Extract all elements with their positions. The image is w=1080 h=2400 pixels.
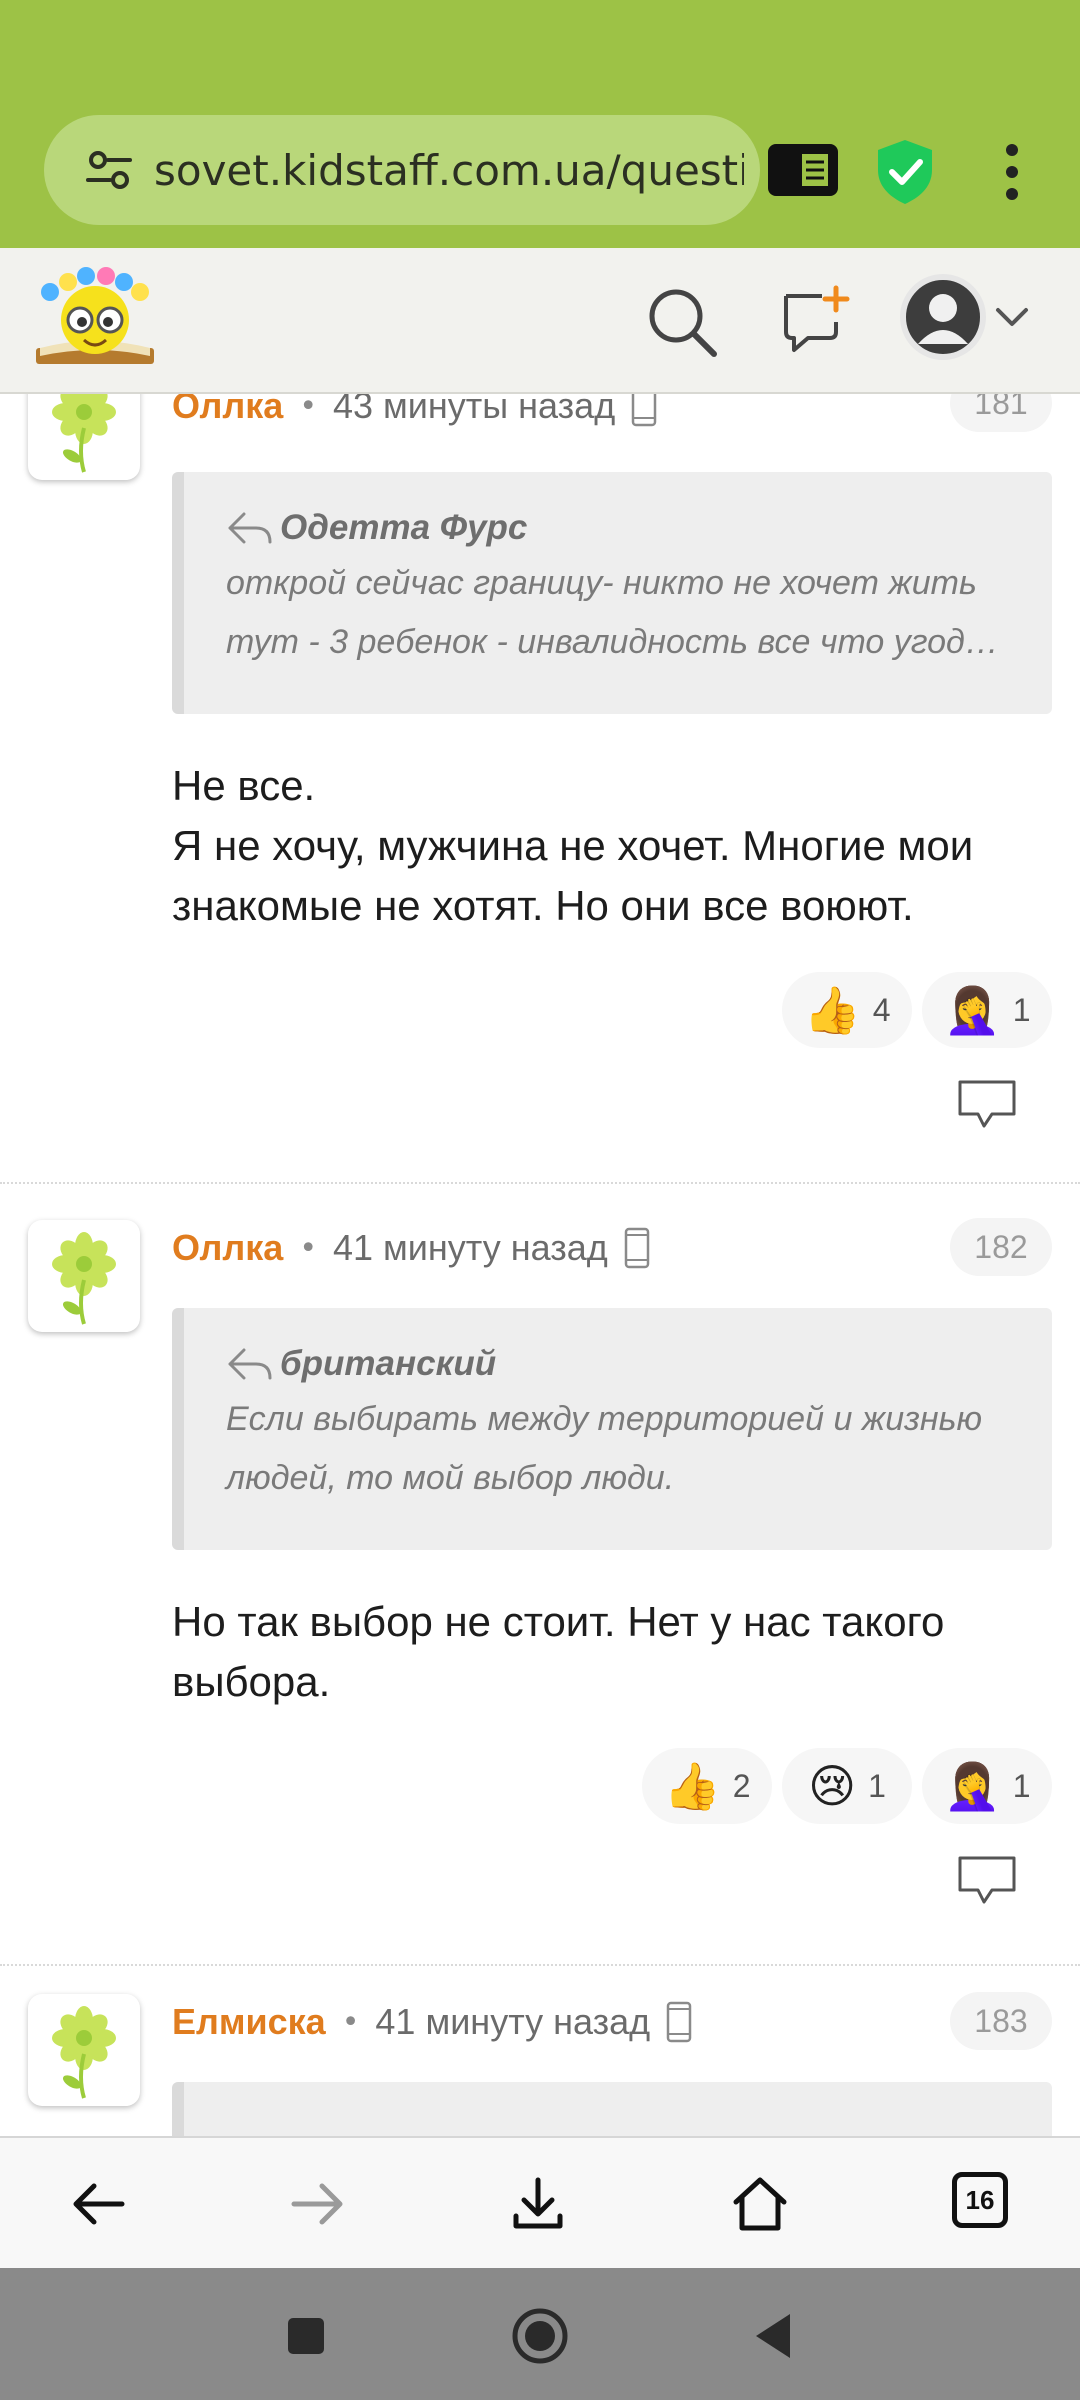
home-circle-icon[interactable] — [510, 2306, 570, 2366]
quote-arrow-icon — [228, 512, 272, 544]
back-triangle-icon[interactable] — [744, 2306, 804, 2366]
comment-divider — [0, 1182, 1080, 1184]
facepalm-icon: 🤦‍♀️ — [943, 1759, 1001, 1813]
reaction-facepalm[interactable]: 🤦‍♀️ 1 — [922, 972, 1052, 1048]
author-name[interactable]: Оллка — [172, 394, 283, 427]
smartphone-icon — [624, 1227, 649, 1269]
body-line: знакомые не хотят. Но они все воюют. — [172, 882, 914, 929]
quote-text: Если выбирать между территорией и жизнью… — [226, 1390, 1022, 1508]
smartphone-icon — [666, 2001, 692, 2043]
quote-block — [172, 2082, 1052, 2136]
comment-number[interactable]: 182 — [950, 1218, 1052, 1276]
browser-toolbar: sovet.kidstaff.com.ua/questio — [0, 0, 1080, 248]
quote-line: тут - 3 ребенок - инвалидность все что у… — [226, 623, 999, 661]
back-arrow-icon[interactable] — [68, 2174, 128, 2234]
separator-dot: • — [299, 1230, 318, 1266]
separator-dot: • — [341, 2004, 360, 2040]
flower-avatar-icon — [52, 1232, 116, 1325]
comment-number[interactable]: 181 — [950, 394, 1052, 432]
comment-divider — [0, 1964, 1080, 1966]
facepalm-icon: 🤦‍♀️ — [943, 983, 1001, 1037]
url-text[interactable]: sovet.kidstaff.com.ua/questio — [154, 143, 744, 199]
author-name[interactable]: Оллка — [172, 1227, 283, 1269]
reaction-thumbs-up[interactable]: 👍 2 — [642, 1748, 772, 1824]
more-vert-icon[interactable] — [990, 140, 1034, 204]
body-line: выбора. — [172, 1658, 331, 1705]
comment-meta: Оллка • 41 минуту назад — [172, 1222, 650, 1274]
home-icon[interactable] — [730, 2174, 790, 2234]
tune-icon[interactable] — [86, 148, 132, 192]
account-avatar[interactable] — [900, 274, 986, 360]
user-avatar[interactable] — [28, 1994, 140, 2106]
reaction-crying[interactable]: 😢 1 — [782, 1748, 912, 1824]
reaction-count: 4 — [872, 991, 891, 1028]
crying-face-icon: 😢 — [808, 1759, 857, 1813]
tabs-button[interactable]: 16 — [952, 2172, 1008, 2228]
quote-block: британский Если выбирать между территори… — [172, 1308, 1052, 1550]
comment-body: Не все. Я не хочу, мужчина не хочет. Мно… — [172, 756, 1052, 936]
reaction-bar: 👍 2 😢 1 🤦‍♀️ 1 — [642, 1748, 1052, 1824]
new-post-icon[interactable] — [778, 282, 852, 358]
download-icon[interactable] — [508, 2174, 568, 2234]
smartphone-icon — [631, 394, 657, 427]
quote-block: Одетта Фурс открой сейчас границу- никто… — [172, 472, 1052, 714]
avatar-icon — [918, 294, 968, 344]
reaction-count: 2 — [732, 1767, 751, 1804]
comment-body: Но так выбор не стоит. Нет у нас такого … — [172, 1592, 1052, 1712]
comment-time: 41 минуту назад — [333, 1227, 608, 1268]
reply-icon[interactable] — [956, 1852, 1018, 1908]
author-name[interactable]: Елмиска — [172, 2001, 326, 2043]
reader-mode-icon[interactable] — [766, 140, 840, 200]
quote-author: Одетта Фурс — [226, 502, 1022, 554]
reaction-facepalm[interactable]: 🤦‍♀️ 1 — [922, 1748, 1052, 1824]
separator-dot: • — [299, 394, 318, 424]
comment-time: 43 минуты назад — [333, 394, 616, 426]
quote-line: открой сейчас границу- никто не хочет жи… — [226, 564, 977, 602]
browser-bottom-bar — [0, 2136, 1080, 2268]
comment-list: Оллка • 43 минуты назад 181 Одетта Фурс … — [0, 394, 1080, 2136]
body-line: Но так выбор не стоит. Нет у нас такого — [172, 1598, 945, 1645]
thumbs-up-icon: 👍 — [663, 1759, 721, 1813]
address-bar[interactable]: sovet.kidstaff.com.ua/questio — [44, 115, 760, 225]
system-nav-bar — [0, 2268, 1080, 2400]
user-avatar[interactable] — [28, 394, 140, 480]
flower-avatar-icon — [52, 2006, 116, 2099]
quote-author-name[interactable]: Одетта Фурс — [280, 508, 527, 548]
quote-arrow-icon — [228, 1348, 272, 1380]
body-line: Я не хочу, мужчина не хочет. Многие мои — [172, 822, 974, 869]
thumbs-up-icon: 👍 — [803, 983, 861, 1037]
comment-meta: Елмиска • 41 минуту назад — [172, 1996, 692, 2048]
reaction-count: 1 — [868, 1767, 886, 1804]
reply-icon[interactable] — [956, 1076, 1018, 1132]
quote-line: людей, то мой выбор люди. — [226, 1459, 675, 1497]
reaction-count: 1 — [1012, 991, 1031, 1028]
site-header — [0, 248, 1080, 394]
body-line: Не все. — [172, 762, 316, 809]
comment-number[interactable]: 183 — [950, 1992, 1052, 2050]
search-icon[interactable] — [644, 284, 720, 360]
quote-line: Если выбирать между территорией и жизнью — [226, 1400, 983, 1438]
quote-author-name[interactable]: британский — [280, 1344, 496, 1384]
comment-meta: Оллка • 43 минуты назад — [172, 394, 657, 432]
reaction-bar: 👍 4 🤦‍♀️ 1 — [782, 972, 1052, 1048]
site-logo[interactable] — [30, 262, 160, 374]
user-avatar[interactable] — [28, 1220, 140, 1332]
flower-avatar-icon — [52, 394, 116, 473]
reaction-thumbs-up[interactable]: 👍 4 — [782, 972, 912, 1048]
chevron-down-icon[interactable] — [994, 298, 1030, 334]
shield-check-icon[interactable] — [870, 136, 940, 206]
comment-time: 41 минуту назад — [375, 2001, 651, 2042]
forward-arrow-icon[interactable] — [288, 2174, 348, 2234]
quote-author: британский — [226, 1338, 1022, 1390]
reaction-count: 1 — [1012, 1767, 1031, 1804]
quote-text: открой сейчас границу- никто не хочет жи… — [226, 554, 1022, 672]
recents-square-icon[interactable] — [276, 2306, 336, 2366]
